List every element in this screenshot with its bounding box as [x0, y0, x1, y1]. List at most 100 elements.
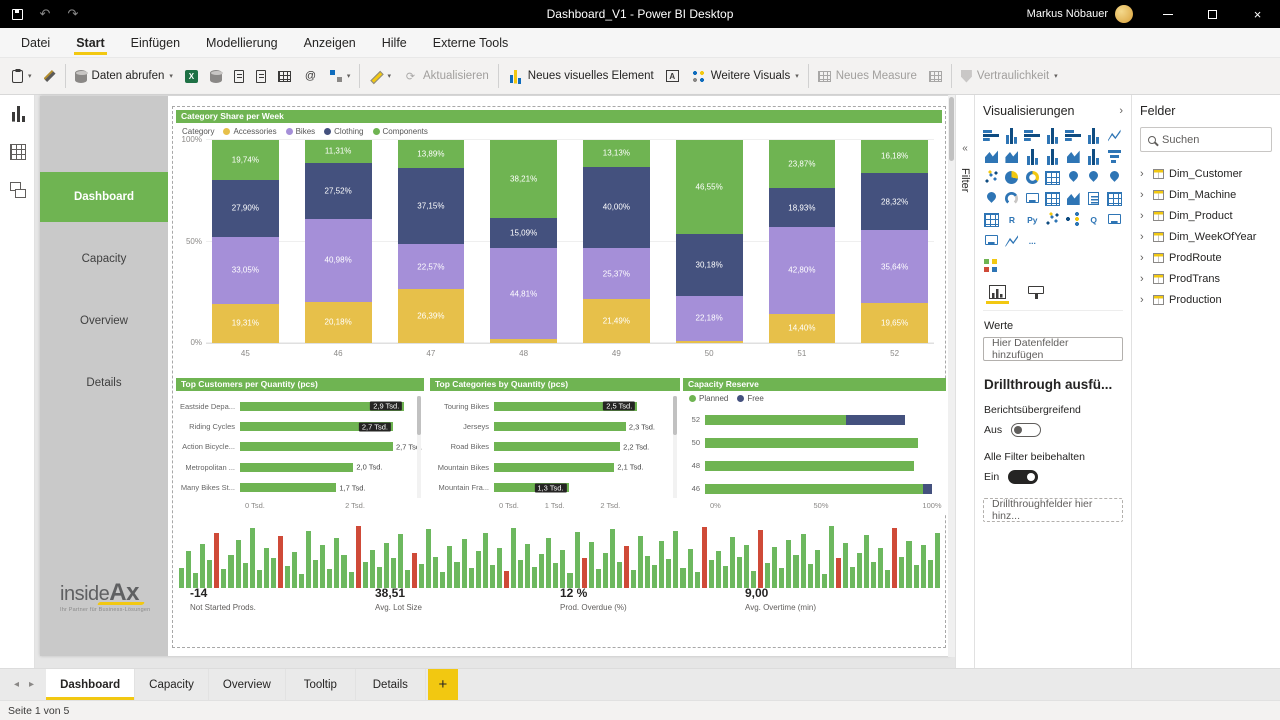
page-tab-tooltip[interactable]: Tooltip: [286, 669, 356, 700]
field-table-dim-weekofyear[interactable]: › Dim_WeekOfYear: [1140, 226, 1272, 247]
stacked-area-chart-icon[interactable]: [1003, 148, 1020, 165]
legend-item-clothing[interactable]: Clothing: [324, 127, 364, 136]
bar-planned[interactable]: [705, 483, 923, 494]
clustered-bar-chart-icon[interactable]: [1023, 127, 1041, 144]
field-table-prodtrans[interactable]: › ProdTrans: [1140, 268, 1272, 289]
legend-item-planned[interactable]: Planned: [689, 394, 728, 403]
bar[interactable]: [240, 442, 393, 452]
segment-accessories[interactable]: 20,18%: [304, 302, 372, 343]
segment-accessories[interactable]: 14,40%: [768, 313, 836, 343]
canvas-scrollbar-thumb[interactable]: [949, 97, 954, 161]
stacked-column[interactable]: 46,55% 30,18% 22,18%: [675, 140, 743, 343]
100-stacked-bar-chart-icon[interactable]: [1064, 127, 1082, 144]
stacked-bar-chart-icon[interactable]: [983, 127, 1000, 144]
segment-components[interactable]: 46,55%: [675, 140, 743, 235]
scrollbar-thumb[interactable]: [417, 396, 421, 435]
stacked-column[interactable]: 13,89% 37,15% 22,57% 26,39%: [397, 140, 465, 343]
100-stacked-column-chart-icon[interactable]: [1085, 127, 1103, 144]
excel-workbook-button[interactable]: [179, 66, 204, 87]
account-avatar[interactable]: [1115, 5, 1133, 23]
multi-row-card-icon[interactable]: [1045, 191, 1061, 206]
bar[interactable]: [240, 462, 354, 472]
segment-components[interactable]: 23,87%: [768, 140, 836, 189]
kpi-icon[interactable]: [1065, 190, 1082, 207]
segment-bikes[interactable]: 33,05%: [212, 236, 279, 304]
next-page-arrow[interactable]: ▸: [29, 679, 34, 690]
bar[interactable]: [494, 462, 615, 472]
waterfall-chart-icon[interactable]: [1085, 148, 1103, 165]
save-button[interactable]: [4, 0, 30, 28]
donut-chart-icon[interactable]: [1024, 169, 1041, 186]
scatter-chart-icon[interactable]: [983, 169, 1000, 186]
menu-item-hilfe[interactable]: Hilfe: [369, 28, 420, 57]
field-table-dim-machine[interactable]: › Dim_Machine: [1140, 184, 1272, 205]
chart-top-customers[interactable]: Top Customers per Quantity (pcs) Eastsid…: [176, 378, 424, 514]
filled-map-icon[interactable]: [1085, 169, 1102, 186]
segment-bikes[interactable]: 35,64%: [861, 230, 928, 303]
data-view-button[interactable]: [0, 133, 35, 171]
r-script-visual-icon[interactable]: R: [1003, 211, 1020, 228]
matrix-icon[interactable]: [984, 212, 1000, 227]
new-measure-button[interactable]: Neues Measure: [812, 66, 923, 86]
quick-measure-button[interactable]: [923, 67, 948, 86]
bar-planned[interactable]: [705, 414, 846, 425]
fields-tab[interactable]: [986, 285, 1009, 304]
prev-page-arrow[interactable]: ◂: [14, 679, 19, 690]
segment-clothing[interactable]: 28,32%: [861, 172, 928, 231]
segment-clothing[interactable]: 18,93%: [768, 188, 836, 227]
qa-visual-icon[interactable]: Q: [1085, 211, 1102, 228]
search-input[interactable]: [1162, 133, 1264, 146]
segment-components[interactable]: 38,21%: [490, 140, 557, 218]
segment-clothing[interactable]: 37,15%: [397, 168, 465, 244]
segment-components[interactable]: 13,13%: [583, 140, 650, 167]
report-view-button[interactable]: [0, 95, 35, 133]
menu-item-anzeigen[interactable]: Anzeigen: [291, 28, 369, 57]
legend-item-free[interactable]: Free: [737, 394, 764, 403]
report-nav-item-dashboard[interactable]: Dashboard: [40, 172, 168, 222]
report-nav-item-capacity[interactable]: Capacity: [40, 234, 168, 284]
segment-components[interactable]: 16,18%: [861, 140, 928, 173]
shape-map-icon[interactable]: [1106, 169, 1123, 186]
segment-clothing[interactable]: 15,09%: [490, 217, 557, 249]
scrollbar[interactable]: [673, 396, 677, 498]
azure-map-icon[interactable]: [983, 190, 1000, 207]
scrollbar-thumb[interactable]: [673, 396, 677, 435]
menu-item-modellierung[interactable]: Modellierung: [193, 28, 291, 57]
report-nav-item-overview[interactable]: Overview: [40, 296, 168, 346]
filter-pane-collapsed[interactable]: « Filter: [955, 95, 975, 668]
edit-queries-button[interactable]: ▾: [363, 66, 397, 87]
page-tab-overview[interactable]: Overview: [209, 669, 286, 700]
format-painter-button[interactable]: [38, 66, 62, 86]
field-table-dim-customer[interactable]: › Dim_Customer: [1140, 163, 1272, 184]
funnel-chart-icon[interactable]: [1106, 148, 1123, 165]
segment-clothing[interactable]: 30,18%: [675, 234, 743, 296]
cross-report-toggle[interactable]: [1011, 423, 1042, 437]
field-table-production[interactable]: › Production: [1140, 289, 1272, 310]
dataset-button[interactable]: [250, 66, 272, 87]
keep-filters-toggle[interactable]: [1008, 470, 1039, 484]
smart-narrative-icon[interactable]: [1106, 211, 1123, 228]
build-visual-icon[interactable]: [984, 259, 997, 272]
menu-item-start[interactable]: Start: [63, 28, 117, 57]
line-chart-icon[interactable]: [1106, 127, 1123, 144]
chart-capacity-reserve[interactable]: Capacity Reserve Planned Free 52 50 48 46 0%…: [683, 378, 946, 514]
format-tab[interactable]: [1028, 285, 1045, 303]
segment-bikes[interactable]: 22,57%: [397, 243, 465, 290]
metrics-icon[interactable]: [1003, 232, 1020, 249]
segment-accessories[interactable]: 19,65%: [861, 302, 928, 343]
chart-category-share[interactable]: Category Share per Week Category Accessor…: [176, 110, 942, 360]
legend-item-bikes[interactable]: Bikes: [285, 127, 315, 136]
segment-components[interactable]: 19,74%: [212, 140, 279, 181]
segment-bikes[interactable]: 22,18%: [675, 295, 743, 341]
field-table-prodroute[interactable]: › ProdRoute: [1140, 247, 1272, 268]
bar-free[interactable]: [845, 414, 905, 425]
card-icon[interactable]: [1024, 190, 1041, 207]
segment-accessories[interactable]: [490, 339, 557, 343]
segment-clothing[interactable]: 40,00%: [583, 166, 650, 248]
bar-planned[interactable]: [705, 437, 919, 448]
model-view-button[interactable]: [0, 171, 35, 209]
line-and-clustered-column-chart-icon[interactable]: [1044, 148, 1062, 165]
segment-accessories[interactable]: 21,49%: [583, 299, 650, 343]
chart-production-timeline[interactable]: [176, 520, 942, 594]
slicer-icon[interactable]: [1085, 190, 1102, 207]
